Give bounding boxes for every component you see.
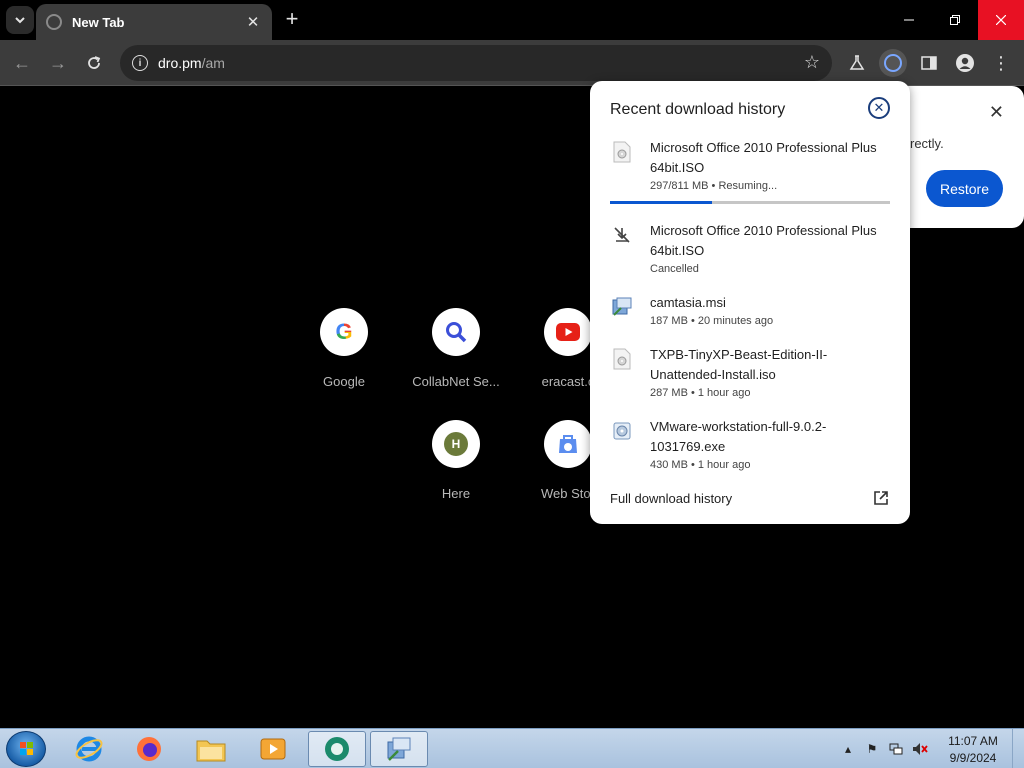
google-icon: G (320, 308, 368, 356)
firefox-icon (137, 737, 161, 761)
restore-window-icon (950, 15, 960, 25)
network-icon[interactable] (888, 741, 904, 757)
side-panel-button[interactable] (915, 49, 943, 77)
download-status: 187 MB • 20 minutes ago (650, 315, 774, 327)
download-status: Cancelled (650, 263, 699, 275)
minimize-icon (904, 19, 914, 21)
reload-button[interactable] (80, 49, 108, 77)
new-tab-button[interactable]: + (280, 8, 304, 32)
taskbar-chrome-window[interactable] (308, 731, 366, 767)
clock-date: 9/9/2024 (949, 751, 997, 765)
menu-button[interactable]: ⋮ (987, 49, 1015, 77)
download-progress-icon (884, 54, 902, 72)
restore-message: rectly. (910, 136, 944, 151)
youtube-icon (544, 308, 592, 356)
flask-icon (849, 55, 865, 70)
minimize-button[interactable] (886, 0, 932, 40)
downloads-button[interactable] (879, 49, 907, 77)
taskbar: ▴ ⚑ 11:07 AM 9/9/2024 (0, 728, 1024, 768)
back-button[interactable]: ← (8, 49, 36, 77)
avatar-icon (956, 54, 974, 72)
side-panel-icon (921, 56, 937, 70)
clock-time: 11:07 AM (948, 734, 998, 748)
download-filename: TXPB-TinyXP-Beast-Edition-II-Unattended-… (650, 347, 828, 382)
url-path: /am (201, 55, 225, 71)
site-info-icon[interactable]: i (132, 55, 148, 71)
tab-new-tab[interactable]: New Tab ✕ (36, 4, 272, 40)
taskbar-media-player[interactable] (244, 731, 302, 767)
shortcut-here[interactable]: H Here (400, 420, 512, 501)
media-player-icon (260, 738, 286, 760)
setup-exe-icon (610, 419, 634, 443)
taskbar-clock[interactable]: 11:07 AM 9/9/2024 (936, 733, 1010, 767)
disc-file-icon (610, 347, 634, 371)
download-progress-bar (610, 201, 890, 204)
system-tray: ▴ ⚑ (840, 729, 928, 768)
internet-explorer-icon (75, 736, 103, 762)
shortcut-collabnet[interactable]: CollabNet Se... (400, 308, 512, 389)
letter-avatar-icon: H (432, 420, 480, 468)
show-hidden-icons-icon[interactable]: ▴ (840, 741, 856, 757)
close-icon (996, 15, 1006, 25)
tab-close-icon[interactable]: ✕ (244, 13, 262, 31)
reload-icon (88, 56, 101, 69)
shortcut-google[interactable]: G Google (288, 308, 400, 389)
open-in-new-icon[interactable] (872, 489, 890, 507)
bookmark-star-icon[interactable]: ☆ (804, 52, 820, 73)
tab-title: New Tab (72, 14, 125, 30)
kebab-menu-icon: ⋮ (992, 53, 1010, 73)
download-history-bubble: Recent download history ✕ Microsoft Offi… (590, 81, 910, 524)
download-status: 430 MB • 1 hour ago (650, 459, 751, 471)
taskbar-installer[interactable] (370, 731, 428, 767)
download-filename: Microsoft Office 2010 Professional Plus … (650, 140, 877, 175)
taskbar-explorer[interactable] (182, 731, 240, 767)
start-button[interactable] (6, 731, 46, 767)
windows-logo-icon (20, 742, 33, 755)
download-bubble-title: Recent download history (610, 101, 786, 118)
action-center-flag-icon[interactable]: ⚑ (864, 741, 880, 757)
forward-button[interactable]: → (44, 49, 72, 77)
download-filename: Microsoft Office 2010 Professional Plus … (650, 223, 877, 258)
shortcut-label: Google (323, 374, 365, 389)
installer-icon (387, 737, 411, 761)
full-download-history-link[interactable]: Full download history (610, 491, 732, 506)
download-filename: camtasia.msi (650, 295, 726, 310)
web-store-icon (544, 420, 592, 468)
url-host: dro.pm (158, 55, 202, 71)
chevron-down-icon (15, 17, 25, 24)
disc-file-icon (610, 140, 634, 164)
tab-search-button[interactable] (6, 6, 34, 34)
download-progress-fill (610, 201, 713, 204)
close-icon[interactable]: ✕ (989, 102, 1004, 123)
globe-icon (46, 14, 62, 30)
download-filename: VMware-workstation-full-9.0.2-1031769.ex… (650, 419, 827, 454)
folder-icon (196, 740, 226, 762)
show-desktop-button[interactable] (1012, 729, 1024, 768)
shortcut-label: Here (441, 486, 471, 501)
download-status: 297/811 MB • Resuming... (650, 180, 778, 192)
installer-icon (610, 295, 634, 319)
shortcut-label: CollabNet Se... (412, 374, 500, 389)
close-window-button[interactable] (978, 0, 1024, 40)
browser-icon (325, 737, 349, 761)
tab-strip: New Tab ✕ + (0, 0, 1024, 40)
address-bar[interactable]: i dro.pm/am ☆ (120, 45, 832, 81)
download-off-icon (610, 223, 634, 247)
arrow-right-icon: → (49, 52, 67, 73)
arrow-left-icon: ← (13, 52, 31, 73)
close-bubble-button[interactable]: ✕ (868, 97, 890, 119)
toolbar: ← → i dro.pm/am ☆ ⋮ (0, 40, 1024, 86)
download-status: 287 MB • 1 hour ago (650, 387, 751, 399)
taskbar-firefox[interactable] (120, 731, 178, 767)
labs-button[interactable] (843, 49, 871, 77)
taskbar-internet-explorer[interactable] (60, 731, 118, 767)
volume-muted-icon[interactable] (912, 741, 928, 757)
restore-window-button[interactable] (932, 0, 978, 40)
search-icon (432, 308, 480, 356)
restore-button[interactable]: Restore (926, 170, 1003, 207)
close-icon: ✕ (873, 100, 885, 115)
profile-button[interactable] (951, 49, 979, 77)
